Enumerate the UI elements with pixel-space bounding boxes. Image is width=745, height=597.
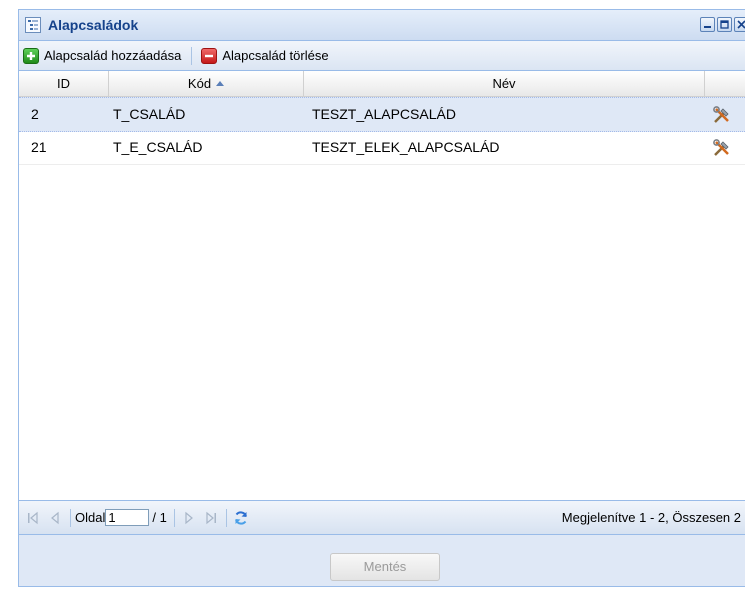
paging-info: Megjelenítve 1 - 2, Összesen 2 xyxy=(561,510,741,525)
add-family-label: Alapcsalád hozzáadása xyxy=(44,48,182,63)
sort-ascending-icon xyxy=(216,81,225,86)
table-row[interactable]: 2 T_CSALÁD TESZT_ALAPCSALÁD xyxy=(19,97,745,132)
column-header-code[interactable]: Kód xyxy=(109,71,304,96)
row-name-cell: TESZT_ELEK_ALAPCSALÁD xyxy=(312,139,500,155)
edit-tools-icon[interactable] xyxy=(712,138,732,158)
column-header-name-label: Név xyxy=(492,76,516,91)
add-icon xyxy=(23,47,39,64)
column-header-name[interactable]: Név xyxy=(304,71,705,96)
refresh-icon[interactable] xyxy=(233,510,249,526)
delete-family-button[interactable]: Alapcsalád törlése xyxy=(197,45,332,67)
row-name-cell: TESZT_ALAPCSALÁD xyxy=(312,106,456,122)
add-family-button[interactable]: Alapcsalád hozzáadása xyxy=(19,45,185,67)
next-page-icon[interactable] xyxy=(181,510,197,526)
page-number-input[interactable] xyxy=(105,509,150,526)
pager-separator xyxy=(173,508,175,527)
row-id-cell: 2 xyxy=(31,106,39,122)
column-header-id-label: ID xyxy=(57,76,70,91)
last-page-icon[interactable] xyxy=(203,510,219,526)
row-code-cell: T_CSALÁD xyxy=(113,106,186,122)
column-header-code-label: Kód xyxy=(187,76,212,91)
close-icon[interactable] xyxy=(734,17,745,32)
page-count-label: / 1 xyxy=(152,510,167,525)
column-header-id[interactable]: ID xyxy=(19,71,109,96)
table-row[interactable]: 21 T_E_CSALÁD TESZT_ELEK_ALAPCSALÁD xyxy=(19,131,745,165)
delete-family-label: Alapcsalád törlése xyxy=(222,48,329,63)
window-toolbar: Alapcsalád hozzáadása Alapcsalád törlése xyxy=(19,41,745,71)
row-id-cell: 21 xyxy=(31,139,47,155)
pager-separator xyxy=(70,508,71,527)
window-titlebar[interactable]: Alapcsaládok xyxy=(19,10,745,41)
previous-page-icon[interactable] xyxy=(47,510,63,526)
window-footer: Mentés xyxy=(19,535,745,586)
minimize-icon[interactable] xyxy=(700,17,715,32)
toolbar-separator xyxy=(191,46,193,65)
page-label: Oldal xyxy=(75,510,106,525)
window-title: Alapcsaládok xyxy=(48,17,139,33)
edit-tools-icon[interactable] xyxy=(712,105,732,125)
families-grid: ID Kód Név 2 T_CSALÁD TESZT_ALAPCSALÁD 2… xyxy=(19,71,745,500)
column-header-actions xyxy=(705,71,745,96)
row-code-cell: T_E_CSALÁD xyxy=(113,139,203,155)
save-button[interactable]: Mentés xyxy=(330,553,440,581)
tree-list-icon xyxy=(25,17,41,33)
pager-separator xyxy=(225,508,227,527)
families-window: Alapcsaládok Alapcsalád hozzáadása Alapc… xyxy=(18,9,745,587)
grid-header: ID Kód Név xyxy=(19,71,745,97)
first-page-icon[interactable] xyxy=(25,510,41,526)
delete-icon xyxy=(201,47,218,64)
paging-toolbar: Oldal / 1 Megjelenítve 1 - 2, Összesen 2 xyxy=(19,500,745,535)
maximize-icon[interactable] xyxy=(717,17,732,32)
